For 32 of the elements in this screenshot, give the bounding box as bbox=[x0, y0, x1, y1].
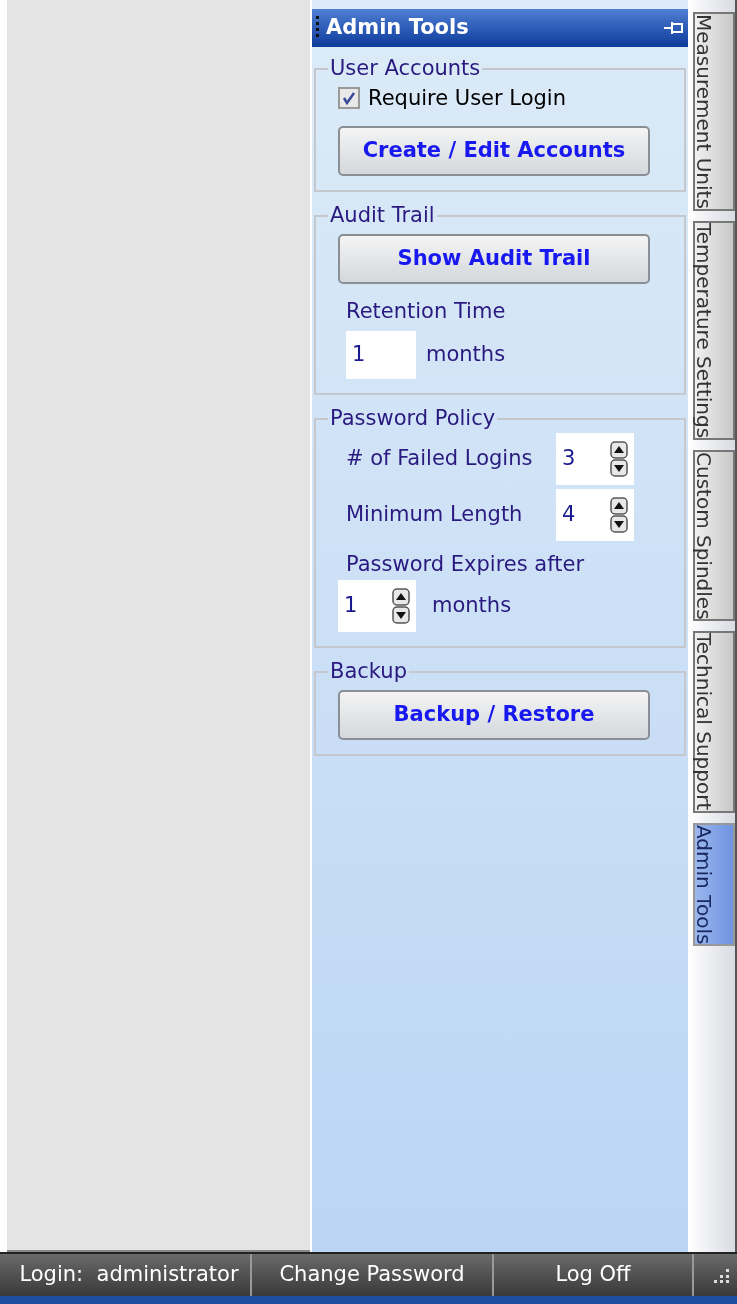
field-label: Minimum Length bbox=[346, 500, 524, 528]
panel-title: Admin Tools bbox=[326, 14, 470, 42]
spinner-value: 4 bbox=[562, 500, 576, 528]
side-tab[interactable]: Temperature Settings bbox=[693, 220, 735, 440]
side-tab[interactable]: Admin Tools bbox=[693, 822, 735, 947]
group-title: Backup bbox=[329, 658, 408, 685]
spinner-field[interactable]: 1 bbox=[338, 580, 416, 632]
checkbox-label: Require User Login bbox=[368, 84, 566, 112]
pin-icon[interactable] bbox=[663, 20, 685, 36]
spinner-value: 3 bbox=[562, 444, 576, 472]
spin-arrows-icon[interactable] bbox=[610, 440, 628, 477]
side-tab[interactable]: Measurement Units bbox=[693, 12, 735, 211]
spinner-field[interactable]: 4 bbox=[556, 488, 634, 541]
spin-arrows-icon[interactable] bbox=[392, 588, 410, 624]
action-button[interactable]: Show Audit Trail bbox=[338, 233, 650, 284]
group-title: Password Policy bbox=[329, 405, 497, 432]
side-tab[interactable]: Technical Support bbox=[693, 631, 735, 813]
spinner-value: 1 bbox=[344, 592, 358, 620]
group-title: Audit Trail bbox=[329, 202, 436, 229]
spinner-field[interactable]: 3 bbox=[556, 432, 634, 485]
input-field[interactable]: 1 bbox=[346, 331, 416, 379]
checkbox[interactable] bbox=[338, 87, 360, 110]
unit-label: months bbox=[426, 341, 506, 369]
spin-arrows-icon[interactable] bbox=[610, 496, 628, 533]
field-label: # of Failed Logins bbox=[346, 444, 534, 472]
action-button[interactable]: Create / Edit Accounts bbox=[338, 126, 650, 176]
field-label: Password Expires after bbox=[345, 550, 585, 578]
side-tab[interactable]: Custom Spindles bbox=[693, 449, 735, 622]
field-label: Retention Time bbox=[345, 297, 507, 325]
action-button[interactable]: Backup / Restore bbox=[338, 689, 650, 740]
group-title: User Accounts bbox=[329, 55, 482, 82]
unit-label: months bbox=[432, 592, 512, 620]
